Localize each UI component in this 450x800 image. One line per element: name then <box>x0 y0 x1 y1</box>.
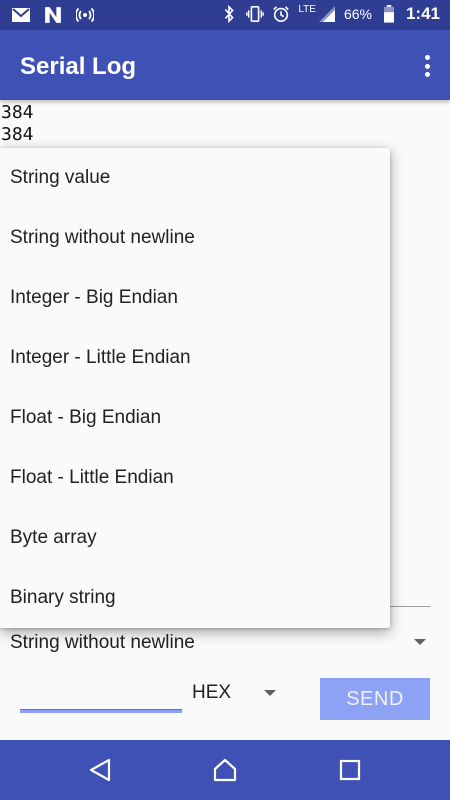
format-spinner[interactable]: HEX <box>182 680 282 710</box>
chevron-down-icon <box>414 639 426 645</box>
data-type-dropdown: String value String without newline Inte… <box>0 148 390 628</box>
send-button[interactable]: SEND <box>320 678 430 720</box>
dropdown-item[interactable]: Integer - Big Endian <box>0 268 390 328</box>
send-input-underline <box>20 709 182 713</box>
overflow-dot <box>424 72 430 77</box>
back-icon[interactable] <box>85 755 115 785</box>
recents-icon[interactable] <box>335 755 365 785</box>
bluetooth-icon <box>225 5 235 23</box>
overflow-dot <box>424 55 430 60</box>
status-bar: LTE 66% 1:41 <box>0 0 450 30</box>
dropdown-item[interactable]: Binary string <box>0 568 390 628</box>
alarm-icon <box>273 6 290 23</box>
n-app-icon <box>45 7 61 23</box>
more-vert-icon[interactable] <box>418 52 436 80</box>
signal-icon <box>318 6 335 22</box>
chevron-down-icon <box>264 690 276 696</box>
hotspot-icon <box>76 7 94 23</box>
data-type-spinner[interactable]: String without newline <box>0 622 450 664</box>
log-line: 384 <box>1 102 34 123</box>
format-selected-value: HEX <box>192 682 232 703</box>
home-shape <box>213 758 237 782</box>
back-triangle <box>89 758 111 782</box>
battery-percent: 66% <box>343 6 372 22</box>
app-bar: Serial Log <box>0 30 450 100</box>
page-title: Serial Log <box>20 53 137 80</box>
dropdown-item[interactable]: Integer - Little Endian <box>0 328 390 388</box>
dropdown-item[interactable]: String value <box>0 148 390 208</box>
status-right-icons: LTE 66% 1:41 <box>220 4 440 24</box>
dropdown-item[interactable]: String without newline <box>0 208 390 268</box>
network-type: LTE <box>298 3 316 15</box>
spinner-selected-value: String without newline <box>10 632 195 653</box>
recents-square <box>339 759 361 781</box>
dropdown-item[interactable]: Float - Little Endian <box>0 448 390 508</box>
overflow-dot <box>424 63 430 69</box>
gmail-icon <box>12 8 30 22</box>
send-row: HEX SEND <box>0 670 450 726</box>
log-line: 384 <box>1 124 34 145</box>
navigation-bar <box>0 740 450 800</box>
dropdown-item[interactable]: Byte array <box>0 508 390 568</box>
clock: 1:41 <box>405 4 440 23</box>
vibrate-icon <box>246 5 265 23</box>
home-icon[interactable] <box>210 755 240 785</box>
dropdown-item[interactable]: Float - Big Endian <box>0 388 390 448</box>
battery-icon <box>384 5 394 23</box>
status-left-icons <box>12 6 94 24</box>
